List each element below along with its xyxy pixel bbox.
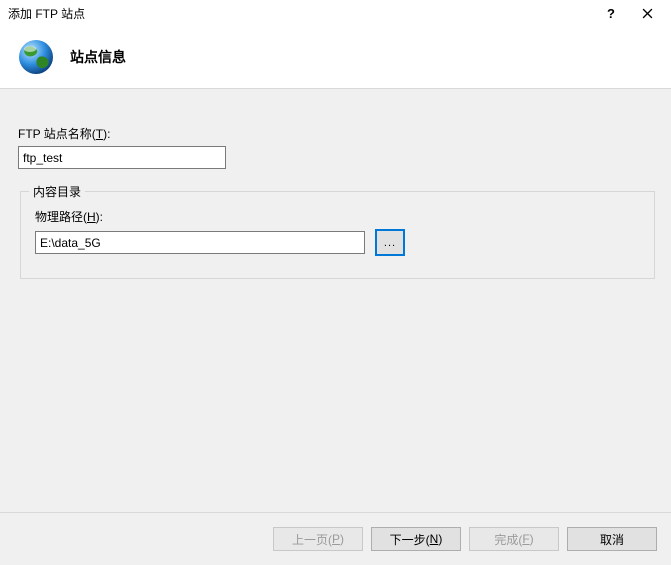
physical-path-label: 物理路径(H): bbox=[35, 208, 640, 225]
close-button[interactable] bbox=[629, 0, 665, 26]
titlebar: 添加 FTP 站点 ? bbox=[0, 0, 671, 26]
window-title: 添加 FTP 站点 bbox=[8, 5, 593, 22]
browse-button[interactable]: ... bbox=[375, 229, 405, 256]
content-dir-group: 内容目录 物理路径(H): ... bbox=[20, 191, 655, 279]
globe-icon bbox=[16, 37, 56, 77]
finish-button: 完成(F) bbox=[469, 527, 559, 551]
wizard-body: FTP 站点名称(T): 内容目录 物理路径(H): ... 上一页(P) 下一… bbox=[0, 89, 671, 565]
wizard-footer: 上一页(P) 下一步(N) 完成(F) 取消 bbox=[273, 527, 657, 551]
help-button[interactable]: ? bbox=[593, 0, 629, 26]
previous-button: 上一页(P) bbox=[273, 527, 363, 551]
wizard-heading: 站点信息 bbox=[70, 47, 126, 67]
physical-path-input[interactable] bbox=[35, 231, 365, 254]
site-name-label: FTP 站点名称(T): bbox=[18, 125, 653, 142]
content-dir-legend: 内容目录 bbox=[29, 183, 85, 200]
next-button[interactable]: 下一步(N) bbox=[371, 527, 461, 551]
site-name-input[interactable] bbox=[18, 146, 226, 169]
footer-separator bbox=[0, 512, 671, 513]
cancel-button[interactable]: 取消 bbox=[567, 527, 657, 551]
close-icon bbox=[642, 8, 653, 19]
wizard-header: 站点信息 bbox=[0, 26, 671, 88]
